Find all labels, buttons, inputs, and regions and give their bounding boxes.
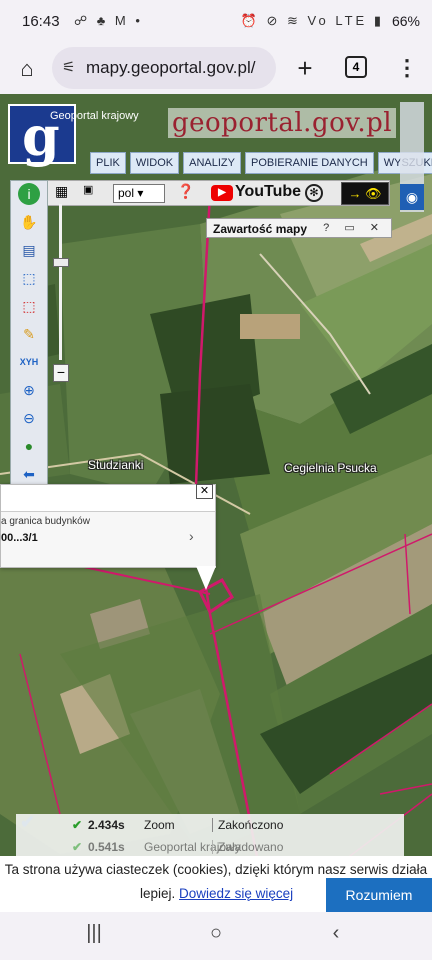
home-icon[interactable]: ⌂: [12, 54, 42, 84]
geoportal-menu: PLIK WIDOK ANALIZY POBIERANIE DANYCH WYS…: [90, 152, 432, 174]
chevron-right-icon[interactable]: ›: [189, 528, 194, 544]
legend-icon[interactable]: ▤: [18, 239, 40, 261]
close-icon[interactable]: ✕: [196, 484, 213, 499]
popup-body[interactable]: a granica budynków 00...3/1 ›: [1, 511, 215, 567]
log-row: ✔ 2.434s Zoom Zakończono: [72, 818, 284, 832]
select-area-icon[interactable]: ⬚: [18, 267, 40, 289]
pan-hand-icon[interactable]: ✋: [18, 211, 40, 233]
visibility-eye-icon[interactable]: ◉: [400, 184, 424, 210]
help-icon[interactable]: ❓: [177, 183, 194, 200]
zoom-track[interactable]: [59, 204, 62, 360]
zoom-handle[interactable]: [53, 258, 69, 267]
clock: 16:43: [22, 13, 60, 30]
menu-analizy[interactable]: ANALIZY: [183, 152, 241, 174]
right-side-panel: ◉: [400, 102, 424, 212]
map-canvas[interactable]: g Geoportal krajowy geoportal.gov.pl PLI…: [0, 94, 432, 924]
popup-parcel-id: 00...3/1: [1, 532, 38, 544]
home-circle-icon[interactable]: ○: [196, 922, 236, 945]
table-icon[interactable]: ▦: [55, 183, 68, 200]
browser-toolbar: ⌂ ⚟ mapy.geoportal.gov.pl/ + 4 ⋮: [0, 44, 432, 94]
url-text[interactable]: mapy.geoportal.gov.pl/: [86, 58, 255, 78]
site-settings-icon[interactable]: ⚟: [62, 58, 75, 76]
accessibility-icon[interactable]: ✻: [305, 184, 323, 202]
map-contents-panel[interactable]: Zawartość mapy ? ▭ ✕: [206, 218, 392, 238]
zoom-in-icon[interactable]: ⊕: [18, 379, 40, 401]
select-red-area-icon[interactable]: ⬚: [18, 295, 40, 317]
check-icon: ✔: [72, 840, 83, 854]
geoportal-subtitle: Geoportal krajowy: [50, 110, 139, 122]
recent-apps-icon[interactable]: |||: [74, 922, 114, 945]
menu-widok[interactable]: WIDOK: [129, 152, 180, 174]
youtube-link[interactable]: ▶ YouTube: [211, 183, 301, 201]
learn-more-link[interactable]: Dowiedz się więcej: [179, 886, 293, 901]
map-contents-title: Zawartość mapy: [213, 222, 308, 236]
address-bar[interactable]: ⚟ mapy.geoportal.gov.pl/: [52, 47, 276, 89]
accept-cookies-button[interactable]: Rozumiem: [326, 878, 432, 912]
map-toolbar: ▦ ▣ pol ▾ ❓ ▶ YouTube ✻ → 👁: [10, 180, 390, 206]
battery-level: 66%: [391, 13, 420, 29]
tab-switcher-button[interactable]: 4: [345, 56, 367, 78]
android-nav-bar: ||| ○ ‹: [0, 912, 432, 960]
cookie-text-2: lepiej. Dowiedz się więcej: [140, 886, 294, 901]
xyh-coordinates-icon[interactable]: XYH: [18, 351, 40, 373]
back-arrow-icon[interactable]: ⬅: [18, 463, 40, 485]
zoom-minus-button[interactable]: −: [53, 364, 69, 382]
geoportal-title[interactable]: geoportal.gov.pl: [168, 108, 397, 138]
youtube-play-icon: ▶: [211, 185, 233, 201]
menu-pobieranie-danych[interactable]: POBIERANIE DANYCH: [245, 152, 374, 174]
popup-pointer: [196, 566, 216, 590]
draw-pencil-icon[interactable]: ✎: [18, 323, 40, 345]
gmina-icon[interactable]: ▣: [83, 183, 93, 196]
zoom-out-icon[interactable]: ⊖: [18, 407, 40, 429]
geoportal-header: g Geoportal krajowy geoportal.gov.pl PLI…: [8, 104, 432, 174]
visual-impairment-button[interactable]: → 👁: [341, 182, 389, 205]
popup-layer-name: a granica budynków: [1, 516, 90, 527]
place-label-cegielnia: Cegielnia Psucka: [284, 461, 377, 475]
new-tab-button[interactable]: +: [290, 52, 320, 84]
cookie-text: Ta strona używa ciasteczek (cookies), dz…: [4, 862, 428, 877]
more-menu-icon[interactable]: ⋮: [396, 52, 418, 84]
panel-window-buttons[interactable]: ? ▭ ✕: [323, 221, 385, 234]
globe-icon[interactable]: ●: [18, 435, 40, 457]
back-icon[interactable]: ‹: [316, 922, 356, 945]
zoom-slider[interactable]: −: [53, 204, 69, 384]
info-icon[interactable]: i: [18, 183, 40, 205]
notification-icons: ☍ ♣ M •: [74, 13, 143, 28]
check-icon: ✔: [72, 818, 83, 832]
status-bar: 16:43 ☍ ♣ M • ⏰ ⊘ ≋ Vo LTE ▮ 66%: [0, 0, 432, 44]
cookie-banner: Ta strona używa ciasteczek (cookies), dz…: [0, 856, 432, 912]
feature-info-popup: ✕ a granica budynków 00...3/1 ›: [0, 484, 216, 568]
place-label-studzianki: Studzianki: [88, 458, 144, 472]
language-select[interactable]: pol ▾: [113, 184, 165, 203]
system-icons: ⏰ ⊘ ≋ Vo LTE ▮: [240, 13, 384, 28]
menu-plik[interactable]: PLIK: [90, 152, 126, 174]
